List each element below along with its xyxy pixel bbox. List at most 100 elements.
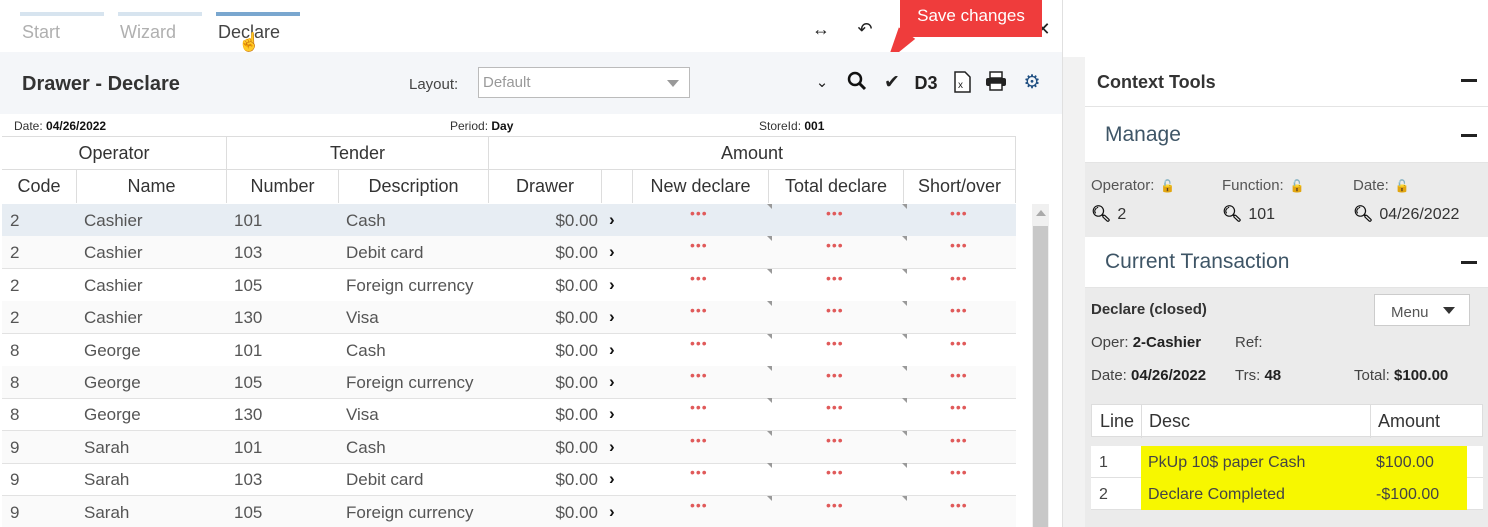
new-declare-cell[interactable]: •••	[690, 270, 708, 286]
table-row[interactable]: 2 Cashier 101 Cash $0.00 › ••• ••• •••	[2, 204, 1016, 237]
editable-marker	[767, 236, 772, 241]
col-header-code[interactable]: Code	[2, 170, 77, 203]
col-header-number[interactable]: Number	[227, 170, 339, 203]
new-declare-cell[interactable]: •••	[690, 205, 708, 221]
table-row[interactable]: 9 Sarah 101 Cash $0.00 › ••• ••• •••	[2, 431, 1016, 464]
undo-icon[interactable]: ↶	[854, 18, 876, 40]
unlock-icon[interactable]: 🔓	[1160, 179, 1175, 193]
total-declare-cell[interactable]: •••	[826, 237, 844, 253]
chevron-right-icon[interactable]: ›	[609, 275, 615, 295]
context-tools-header[interactable]: Context Tools	[1085, 57, 1488, 107]
layout-select[interactable]: Default	[478, 67, 690, 98]
layout-select-value: Default	[483, 74, 531, 91]
table-row[interactable]: 9 Sarah 103 Debit card $0.00 › ••• ••• •••	[2, 463, 1016, 496]
new-declare-cell[interactable]: •••	[690, 399, 708, 415]
total-declare-cell[interactable]: •••	[826, 432, 844, 448]
total-declare-cell[interactable]: •••	[826, 205, 844, 221]
total-declare-cell[interactable]: •••	[826, 367, 844, 383]
collapse-icon[interactable]	[1461, 261, 1477, 264]
cell-number: 103	[234, 470, 263, 489]
chevron-right-icon[interactable]: ›	[609, 469, 615, 489]
short-over-cell[interactable]: •••	[950, 237, 968, 253]
col-header-drawer[interactable]: Drawer	[489, 170, 602, 203]
meta-store: StoreId: 001	[759, 119, 824, 133]
editable-marker	[767, 269, 772, 274]
col-header-new-declare[interactable]: New declare	[633, 170, 769, 203]
unlock-icon[interactable]: 🔓	[1290, 179, 1305, 193]
table-row[interactable]: 8 George 130 Visa $0.00 › ••• ••• •••	[2, 398, 1016, 431]
total-declare-cell[interactable]: •••	[826, 497, 844, 513]
table-row[interactable]: 8 George 101 Cash $0.00 › ••• ••• •••	[2, 334, 1016, 367]
short-over-cell[interactable]: •••	[950, 432, 968, 448]
cell-drawer: $0.00	[555, 373, 598, 392]
page-title: Drawer - Declare	[22, 73, 180, 95]
tab-wizard[interactable]: Wizard	[118, 12, 202, 52]
table-row[interactable]: 2 Cashier 103 Debit card $0.00 › ••• ••• •••	[2, 236, 1016, 269]
chevron-right-icon[interactable]: ›	[609, 242, 615, 262]
new-declare-cell[interactable]: •••	[690, 432, 708, 448]
table-row[interactable]: 9 Sarah 105 Foreign currency $0.00 › ••• ••• •••	[2, 496, 1016, 527]
col-header-name[interactable]: Name	[77, 170, 227, 203]
cell-number: 101	[234, 438, 263, 457]
total-declare-cell[interactable]: •••	[826, 302, 844, 318]
short-over-cell[interactable]: •••	[950, 399, 968, 415]
table-row[interactable]: 8 George 105 Foreign currency $0.00 › ••• ••• ••…	[2, 366, 1016, 399]
manage-header[interactable]: Manage	[1085, 107, 1488, 163]
unlock-icon[interactable]: 🔓	[1395, 179, 1410, 193]
settings-gears-icon[interactable]: ⚙	[1020, 71, 1044, 95]
table-row[interactable]: 2 Cashier 130 Visa $0.00 › ••• ••• •••	[2, 301, 1016, 334]
col-header-short-over[interactable]: Short/over	[904, 170, 1016, 203]
short-over-cell[interactable]: •••	[950, 497, 968, 513]
chevron-right-icon[interactable]: ›	[609, 340, 615, 360]
transaction-line-row[interactable]: 2 Declare Completed -$100.00	[1091, 478, 1483, 510]
col-header-description[interactable]: Description	[339, 170, 489, 203]
scroll-up-icon[interactable]	[1036, 210, 1046, 216]
current-transaction-header[interactable]: Current Transaction	[1085, 237, 1488, 288]
double-chevron-down-icon[interactable]: ⌄	[810, 71, 834, 95]
scroll-thumb[interactable]	[1033, 226, 1048, 527]
vertical-scrollbar[interactable]	[1032, 204, 1049, 527]
short-over-cell[interactable]: •••	[950, 367, 968, 383]
function-lookup[interactable]: 🔍︎ 101	[1222, 204, 1275, 224]
search-icon[interactable]	[845, 71, 869, 95]
chevron-right-icon[interactable]: ›	[609, 372, 615, 392]
date-lookup[interactable]: 🔍︎ 04/26/2022	[1353, 204, 1459, 224]
chevron-right-icon[interactable]: ›	[609, 404, 615, 424]
collapse-icon[interactable]	[1461, 79, 1477, 82]
transaction-line-row[interactable]: 1 PkUp 10$ paper Cash $100.00	[1091, 446, 1483, 478]
col-header-total-declare[interactable]: Total declare	[769, 170, 904, 203]
tab-declare[interactable]: Declare ☝	[216, 12, 300, 52]
collapse-icon[interactable]	[1461, 134, 1477, 137]
total-declare-cell[interactable]: •••	[826, 335, 844, 351]
checkmark-icon[interactable]: ✔	[880, 71, 904, 95]
print-icon[interactable]	[984, 71, 1008, 95]
tab-start[interactable]: Start	[20, 12, 104, 52]
d3-icon[interactable]: D3	[914, 71, 938, 95]
editable-marker	[902, 236, 907, 241]
operator-lookup[interactable]: 🔍︎ 2	[1091, 204, 1126, 224]
context-tools-title: Context Tools	[1097, 72, 1216, 92]
short-over-cell[interactable]: •••	[950, 205, 968, 221]
column-divider	[1370, 405, 1371, 438]
short-over-cell[interactable]: •••	[950, 270, 968, 286]
new-declare-cell[interactable]: •••	[690, 237, 708, 253]
new-declare-cell[interactable]: •••	[690, 335, 708, 351]
expand-horizontal-icon[interactable]: ↔	[810, 18, 832, 40]
transaction-menu-button[interactable]: Menu	[1374, 294, 1470, 326]
chevron-right-icon[interactable]: ›	[609, 210, 615, 230]
total-declare-cell[interactable]: •••	[826, 399, 844, 415]
total-declare-cell[interactable]: •••	[826, 464, 844, 480]
chevron-right-icon[interactable]: ›	[609, 502, 615, 522]
new-declare-cell[interactable]: •••	[690, 464, 708, 480]
chevron-right-icon[interactable]: ›	[609, 437, 615, 457]
total-declare-cell[interactable]: •••	[826, 270, 844, 286]
excel-export-icon[interactable]: x	[950, 71, 974, 95]
table-row[interactable]: 2 Cashier 105 Foreign currency $0.00 › ••• ••• •…	[2, 269, 1016, 302]
new-declare-cell[interactable]: •••	[690, 497, 708, 513]
short-over-cell[interactable]: •••	[950, 302, 968, 318]
short-over-cell[interactable]: •••	[950, 335, 968, 351]
new-declare-cell[interactable]: •••	[690, 302, 708, 318]
short-over-cell[interactable]: •••	[950, 464, 968, 480]
chevron-right-icon[interactable]: ›	[609, 307, 615, 327]
new-declare-cell[interactable]: •••	[690, 367, 708, 383]
